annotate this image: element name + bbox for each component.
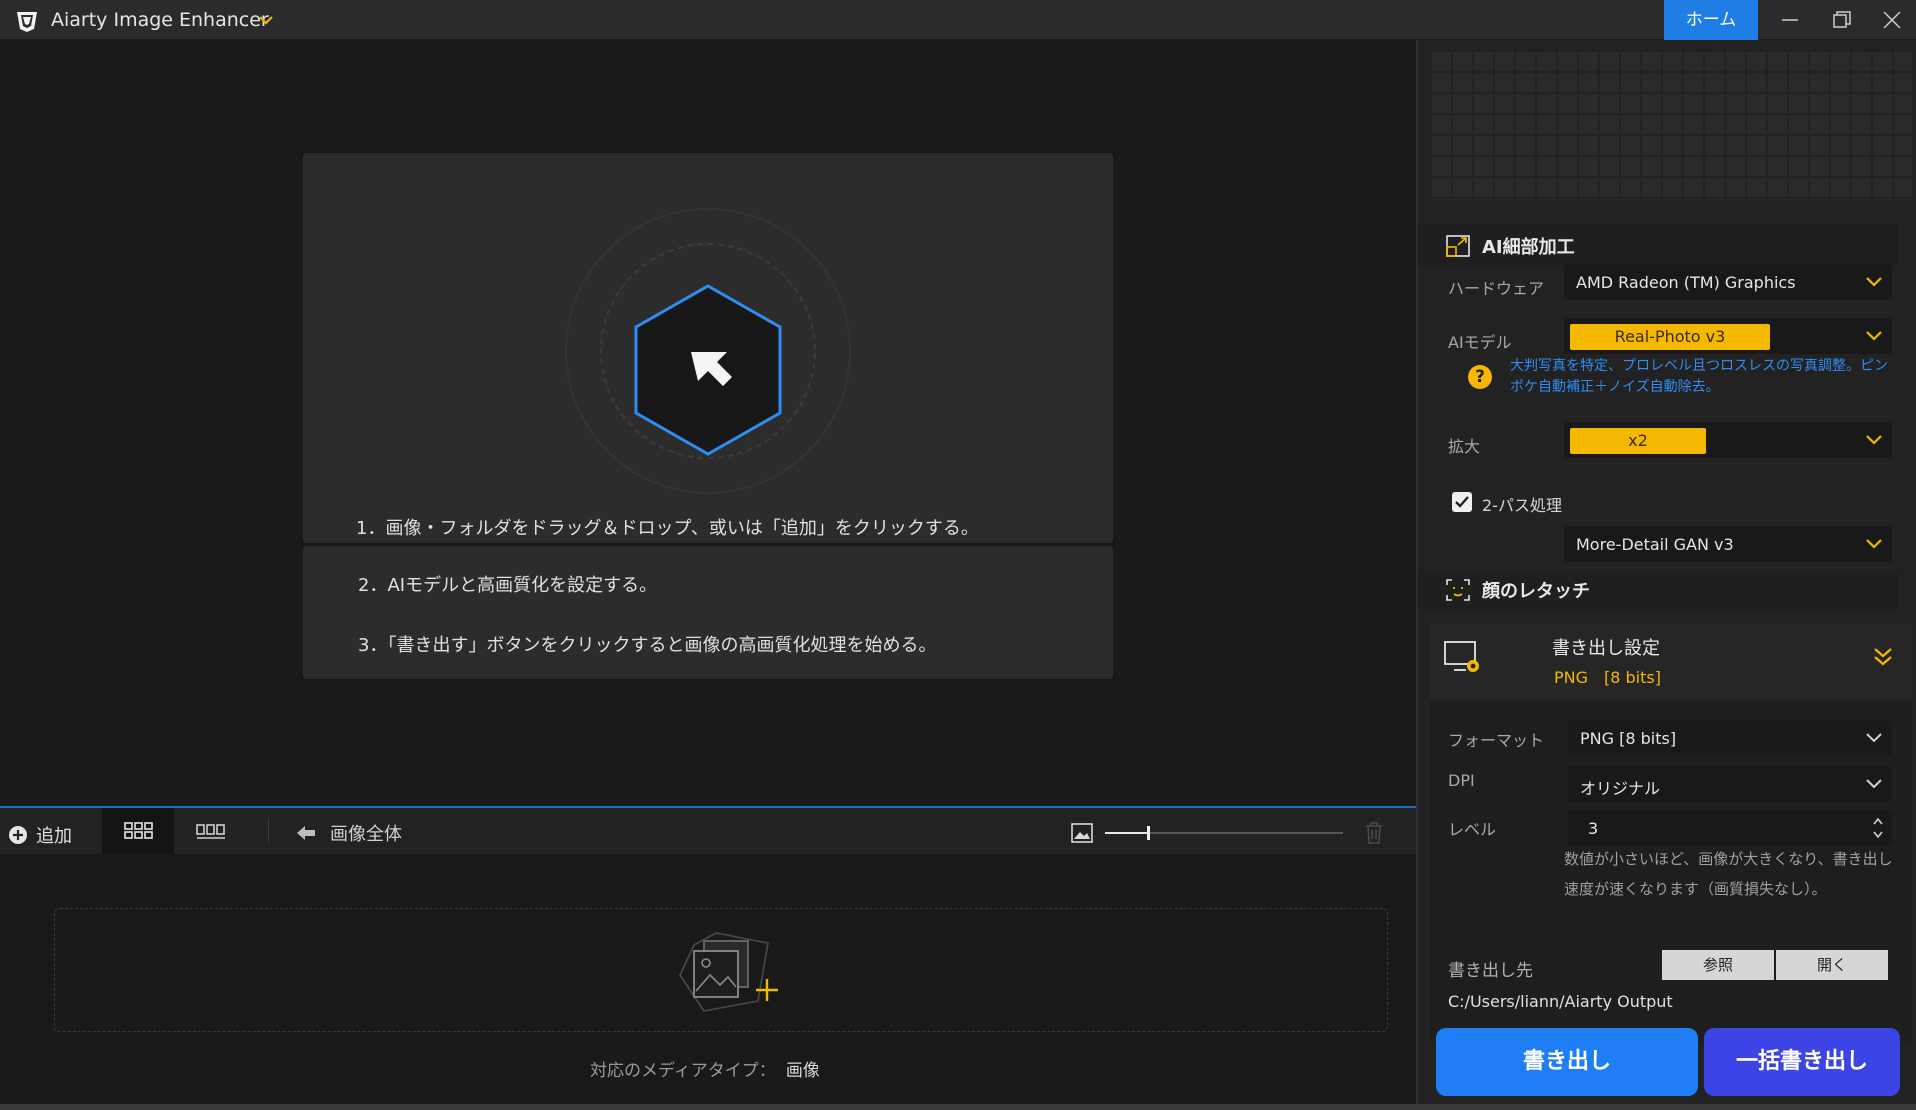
monitor-gear-icon [1444, 641, 1479, 672]
maximize-button[interactable] [1818, 0, 1866, 40]
level-value: 3 [1588, 819, 1599, 838]
export-format-summary: PNG [8 bits] [1554, 668, 1661, 687]
hardware-value: AMD Radeon (TM) Graphics [1576, 273, 1796, 292]
plus-circle-icon [9, 826, 27, 844]
check-icon [1455, 496, 1469, 508]
ai-model-help: 大判写真を特定、プロレベル且つロスレスの写真調整。ピンボケ自動補正＋ノイズ自動除… [1510, 358, 1888, 395]
grid-view-icon [124, 822, 153, 839]
scale-select[interactable]: x2 [1564, 422, 1892, 458]
restore-icon [1833, 11, 1851, 28]
fit-label: 画像全体 [330, 824, 402, 845]
level-note: 数値が小さいほど、画像が大きくなり、書き出し速度が速くなります（画質損失なし）。 [1564, 850, 1893, 898]
export-button[interactable]: 書き出し [1436, 1028, 1698, 1096]
level-label: レベル [1448, 820, 1497, 839]
stepper-arrows-icon[interactable] [1872, 816, 1884, 840]
chevron-down-icon [1866, 733, 1882, 743]
resize-icon [1446, 235, 1470, 257]
media-type-value: 画像 [785, 1061, 820, 1081]
open-folder-button[interactable]: 開く [1776, 950, 1888, 980]
chevron-down-icon [1866, 435, 1882, 445]
zoom-slider-fill [1105, 832, 1148, 834]
format-select[interactable]: PNG [8 bits] [1568, 720, 1892, 756]
settings-panel: AI細部加工 ハードウェア AMD Radeon (TM) Graphics A… [1416, 40, 1916, 1104]
bottom-toolbar: 追加 画像全体 [0, 806, 1416, 854]
step-1-text: 1．画像・フォルダをドラッグ＆ドロップ、或いは「追加」をクリックする。 [356, 518, 979, 539]
scale-label: 拡大 [1448, 437, 1481, 456]
home-button[interactable]: ホーム [1664, 0, 1758, 40]
zoom-slider[interactable] [1105, 826, 1343, 840]
ai-model-value: Real-Photo v3 [1570, 324, 1770, 350]
close-icon [1883, 11, 1901, 29]
cursor-arrow-hex-icon[interactable] [628, 280, 788, 460]
grid-view-toggle[interactable] [102, 808, 174, 854]
ai-detail-section-header[interactable]: AI細部加工 [1418, 224, 1898, 268]
title-bar: Aiarty Image Enhancer ホーム [0, 0, 1916, 40]
trash-icon[interactable] [1365, 822, 1383, 844]
media-type-label: 対応のメディアタイプ： [590, 1061, 776, 1081]
instructions-card [303, 546, 1113, 679]
preview-grid-placeholder [1430, 50, 1912, 200]
app-logo-icon [17, 12, 37, 32]
fit-whole-image-button[interactable]: 画像全体 [296, 820, 402, 846]
chevron-down-icon [1866, 779, 1882, 789]
strip-view-toggle[interactable] [174, 808, 246, 854]
toolbar-divider [268, 818, 269, 844]
hardware-select[interactable]: AMD Radeon (TM) Graphics [1564, 264, 1892, 300]
export-settings-title: 書き出し設定 [1552, 638, 1660, 659]
app-title: Aiarty Image Enhancer [51, 9, 269, 31]
two-pass-label: 2-パス処理 [1482, 496, 1562, 515]
chevron-down-icon [1866, 331, 1882, 341]
level-stepper[interactable]: 3 [1568, 810, 1892, 846]
image-icon[interactable] [1071, 823, 1093, 843]
face-scan-icon [1446, 579, 1470, 601]
arrow-left-icon [297, 826, 315, 840]
browse-button[interactable]: 参照 [1662, 950, 1774, 980]
dpi-select[interactable]: オリジナル [1568, 766, 1892, 802]
add-button[interactable]: 追加 [8, 822, 72, 848]
zoom-slider-thumb[interactable] [1146, 826, 1150, 840]
output-path: C:/Users/liann/Aiarty Output [1448, 992, 1673, 1011]
strip-view-icon [196, 824, 225, 839]
double-chevron-down-icon[interactable] [1873, 646, 1893, 668]
export-settings-header[interactable]: 書き出し設定 PNG [8 bits] [1430, 624, 1912, 700]
preview-area[interactable]: 1．画像・フォルダをドラッグ＆ドロップ、或いは「追加」をクリックする。 2．AI… [0, 40, 1416, 806]
batch-export-button[interactable]: 一括書き出し [1704, 1028, 1900, 1096]
hardware-label: ハードウェア [1448, 279, 1545, 298]
thumbnail-area: 対応のメディアタイプ： 画像 [0, 854, 1416, 1104]
add-image-icon[interactable] [676, 931, 782, 1013]
dpi-value: オリジナル [1580, 779, 1661, 798]
ai-model-label: AIモデル [1448, 333, 1512, 352]
chevron-down-icon[interactable] [258, 13, 274, 27]
dpi-label: DPI [1448, 771, 1475, 790]
step-3-text: 3．「書き出す」ボタンをクリックすると画像の高画質化処理を始める。 [358, 635, 937, 656]
close-button[interactable] [1868, 0, 1916, 40]
bottom-strip [0, 1104, 1916, 1110]
two-pass-checkbox[interactable] [1452, 492, 1472, 512]
format-label: フォーマット [1448, 731, 1545, 750]
face-retouch-section-header[interactable]: 顔のレタッチ [1418, 570, 1898, 610]
scale-value: x2 [1570, 428, 1706, 454]
question-icon[interactable]: ? [1468, 365, 1492, 389]
face-retouch-title: 顔のレタッチ [1482, 581, 1590, 602]
minimize-button[interactable] [1766, 0, 1814, 40]
add-label: 追加 [36, 826, 72, 847]
media-type-note: 対応のメディアタイプ： 画像 [590, 1056, 820, 1081]
output-folder-label: 書き出し先 [1448, 961, 1533, 981]
ai-model-select[interactable]: Real-Photo v3 [1564, 318, 1892, 354]
chevron-down-icon [1866, 539, 1882, 549]
format-value: PNG [8 bits] [1580, 729, 1677, 748]
two-pass-model-select[interactable]: More-Detail GAN v3 [1564, 526, 1892, 562]
step-2-text: 2．AIモデルと高画質化を設定する。 [358, 575, 658, 596]
chevron-down-icon [1866, 277, 1882, 287]
two-pass-model-value: More-Detail GAN v3 [1576, 535, 1734, 554]
minimize-icon [1782, 19, 1798, 21]
ai-detail-title: AI細部加工 [1482, 237, 1575, 258]
